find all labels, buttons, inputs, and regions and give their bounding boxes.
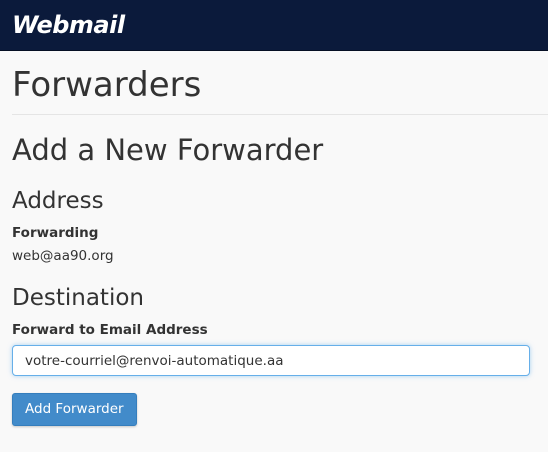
section-title: Add a New Forwarder [12, 133, 324, 167]
add-forwarder-button[interactable]: Add Forwarder [12, 393, 137, 426]
forward-to-email-input[interactable] [12, 345, 530, 376]
destination-heading: Destination [12, 285, 144, 311]
forwarding-address-value: web@aa90.org [12, 248, 114, 264]
forwarding-label: Forwarding [12, 225, 99, 241]
top-navbar: Webmail [0, 0, 548, 51]
page-title: Forwarders [12, 65, 202, 105]
address-heading: Address [12, 188, 104, 214]
webmail-logo[interactable]: Webmail [12, 9, 125, 41]
title-divider [12, 114, 548, 115]
forward-to-email-label: Forward to Email Address [12, 322, 208, 338]
